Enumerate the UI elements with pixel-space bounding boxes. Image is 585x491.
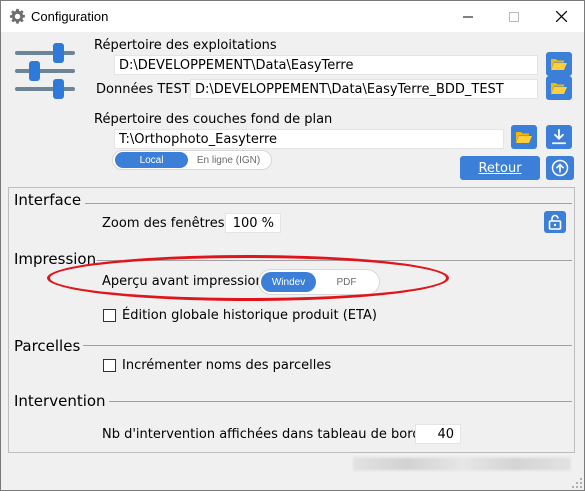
maximize-button[interactable] [491, 1, 537, 32]
download-icon [551, 129, 567, 145]
retour-button[interactable]: Retour [460, 156, 540, 180]
test-label: Données TEST [96, 82, 190, 97]
browse-test-button[interactable] [546, 76, 572, 100]
retour-button-label: Retour [478, 160, 522, 176]
arrow-up-circle-icon [551, 159, 569, 177]
close-icon [555, 11, 567, 22]
test-path-field[interactable]: D:\DEVELOPPEMENT\Data\EasyTerre_BDD_TEST [190, 79, 538, 99]
configuration-window: Configuration Répertoire des exploitatio… [0, 0, 585, 491]
folder-open-icon [551, 59, 567, 70]
section-divider [83, 345, 572, 346]
close-button[interactable] [538, 1, 584, 32]
maximize-icon [509, 11, 519, 22]
unlock-button[interactable] [544, 211, 566, 233]
blurred-status-text [353, 457, 571, 471]
nb-intervention-field[interactable]: 40 [415, 424, 461, 444]
exploitations-path-field[interactable]: D:\DEVELOPPEMENT\Data\EasyTerre [114, 55, 538, 75]
section-divider [85, 203, 572, 204]
source-toggle[interactable]: Local En ligne (IGN) [112, 150, 272, 170]
gear-icon [9, 8, 25, 24]
zoom-label: Zoom des fenêtres [102, 216, 225, 231]
section-title-intervention: Intervention [14, 392, 106, 410]
incrementer-label: Incrémenter noms des parcelles [122, 358, 332, 373]
scroll-up-button[interactable] [546, 156, 574, 180]
incrementer-checkbox[interactable] [103, 359, 116, 372]
title-bar: Configuration [1, 1, 584, 32]
section-title-parcelles: Parcelles [14, 337, 81, 355]
section-title-impression: Impression [14, 250, 97, 268]
folder-open-icon [551, 83, 567, 94]
window-title: Configuration [31, 9, 109, 24]
fond-plan-path-field[interactable]: T:\Orthophoto_Easyterre [114, 129, 504, 149]
unlock-icon [548, 214, 562, 230]
browse-fond-plan-button[interactable] [511, 125, 537, 149]
apercu-label: Aperçu avant impression [102, 274, 264, 289]
resize-grip-icon[interactable] [571, 477, 583, 489]
toggle-option-pdf[interactable]: PDF [316, 272, 377, 292]
zoom-field[interactable]: 100 % [225, 213, 281, 233]
toggle-option-windev[interactable]: Windev [261, 272, 317, 292]
download-button[interactable] [546, 125, 572, 149]
browse-exploitations-button[interactable] [546, 52, 572, 76]
exploitations-label: Répertoire des exploitations [94, 38, 277, 53]
minimize-icon [463, 16, 473, 17]
edition-label: Édition globale historique produit (ETA) [122, 308, 377, 323]
fond-plan-label: Répertoire des couches fond de plan [94, 112, 333, 127]
section-divider [97, 260, 572, 261]
section-title-interface: Interface [14, 191, 82, 209]
section-divider [109, 401, 572, 402]
apercu-toggle[interactable]: Windev PDF [258, 269, 380, 295]
toggle-option-local[interactable]: Local [115, 152, 189, 168]
settings-sliders-icon [15, 43, 75, 99]
nb-intervention-label: Nb d'intervention affichées dans tableau… [102, 427, 421, 442]
edition-checkbox[interactable] [103, 309, 116, 322]
folder-open-icon [516, 132, 532, 143]
minimize-button[interactable] [445, 1, 491, 32]
toggle-option-en-ligne[interactable]: En ligne (IGN) [188, 152, 269, 168]
